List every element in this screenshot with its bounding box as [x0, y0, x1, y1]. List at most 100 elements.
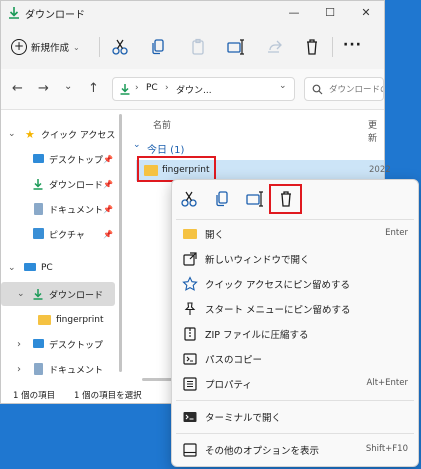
breadcrumb-pc[interactable]: PC — [146, 83, 158, 93]
menu-item-copy-path[interactable]: パスのコピー — [176, 347, 414, 371]
pin-icon — [184, 302, 196, 315]
menu-item-label: 開く — [205, 230, 225, 241]
file-date: 2022 — [369, 165, 391, 175]
chevron-down-icon[interactable]: ⌄ — [8, 129, 16, 139]
sidebar-item-label: クイック アクセス — [41, 130, 116, 141]
sidebar-item-documents[interactable]: ドキュメント 📌 — [1, 197, 121, 221]
scrollbar-thumb[interactable] — [119, 114, 122, 372]
copy-icon[interactable] — [147, 37, 169, 57]
selected-count: 1 個の項目を選択 — [74, 391, 142, 401]
chevron-down-icon[interactable]: ⌄ — [17, 289, 25, 299]
open-new-window-icon — [183, 252, 197, 266]
address-dropdown-button[interactable]: ⌄ — [279, 81, 287, 91]
pin-icon: 📌 — [103, 179, 113, 189]
column-header-name[interactable]: 名前 — [153, 118, 171, 131]
menu-item-show-more-options[interactable]: その他のオプションを表示 Shift+F10 — [176, 438, 414, 462]
breadcrumb-downloads[interactable]: ダウン... — [176, 83, 212, 96]
menu-item-properties[interactable]: プロパティ Alt+Enter — [176, 372, 414, 396]
search-icon — [312, 84, 323, 95]
context-quick-actions — [172, 180, 418, 218]
paste-icon[interactable] — [187, 37, 209, 57]
chevron-down-icon[interactable]: ⌄ — [8, 263, 16, 273]
command-bar: + 新規作成 ⌄ ··· — [1, 25, 384, 70]
search-placeholder: ダウンロードの — [329, 85, 384, 95]
properties-icon — [183, 377, 197, 391]
column-header-modified[interactable]: 更新 — [368, 118, 384, 144]
sidebar-item-label: ドキュメント — [49, 365, 104, 376]
more-options-button[interactable]: ··· — [343, 37, 362, 53]
sidebar-item-pc[interactable]: ⌄ PC — [1, 256, 121, 280]
sidebar-item-desktop-pc[interactable]: › デスクトップ — [1, 332, 121, 356]
rename-icon[interactable] — [245, 189, 265, 209]
chevron-right-icon[interactable]: › — [17, 339, 21, 350]
sidebar-item-quick-access[interactable]: ⌄ ★ クイック アクセス — [1, 122, 121, 146]
forward-button[interactable]: → — [38, 81, 49, 96]
address-box[interactable]: › PC › ダウン... ⌄ — [112, 77, 295, 101]
sidebar-item-label: fingerprint — [56, 315, 104, 325]
sidebar-item-fingerprint[interactable]: fingerprint — [1, 308, 121, 332]
menu-separator — [176, 433, 414, 434]
recent-locations-button[interactable]: ⌄ — [64, 81, 72, 92]
sidebar-item-downloads[interactable]: ダウンロード 📌 — [1, 172, 121, 196]
group-header-today[interactable]: 今日 (1) — [147, 141, 184, 156]
download-icon — [120, 84, 130, 95]
toolbar-divider — [332, 37, 333, 57]
share-icon[interactable] — [263, 37, 285, 57]
folder-icon — [182, 226, 198, 242]
context-menu: 開く Enter 新しいウィンドウで開く クイック アクセスにピン留めする スタ… — [171, 179, 419, 467]
search-box[interactable]: ダウンロードの — [304, 77, 384, 101]
pin-icon: 📌 — [103, 154, 113, 164]
menu-item-open[interactable]: 開く Enter — [176, 222, 414, 246]
delete-icon[interactable] — [301, 37, 323, 57]
zip-icon — [184, 327, 196, 341]
more-options-icon — [183, 443, 197, 457]
terminal-icon — [183, 412, 197, 422]
sidebar-item-downloads-selected[interactable]: ⌄ ダウンロード — [1, 282, 115, 306]
sidebar-item-documents-pc[interactable]: › ドキュメント — [1, 357, 121, 381]
menu-separator — [176, 219, 414, 220]
sidebar-item-desktop[interactable]: デスクトップ 📌 — [1, 147, 121, 171]
rename-icon[interactable] — [225, 37, 247, 57]
sidebar-item-label: PC — [41, 263, 53, 273]
address-bar-row: ← → ⌄ ↑ › PC › ダウン... ⌄ ダウンロードの — [1, 69, 384, 110]
copy-path-icon — [183, 353, 197, 365]
sidebar-item-label: ダウンロード — [49, 290, 104, 301]
copy-icon[interactable] — [212, 189, 232, 209]
pictures-icon — [33, 228, 44, 239]
maximize-button[interactable]: ☐ — [312, 1, 348, 25]
navigation-pane[interactable]: ⌄ ★ クイック アクセス デスクトップ 📌 ダウンロード 📌 ドキュメント 📌 — [1, 110, 126, 385]
menu-item-pin-quick-access[interactable]: クイック アクセスにピン留めする — [176, 272, 414, 296]
download-folder-icon — [9, 7, 19, 19]
breadcrumb-separator: › — [135, 83, 139, 93]
window-title: ダウンロード — [25, 10, 85, 21]
menu-item-open-new-window[interactable]: 新しいウィンドウで開く — [176, 247, 414, 271]
title-bar[interactable]: ダウンロード — ☐ ✕ — [1, 1, 384, 25]
sidebar-item-label: ピクチャ — [49, 230, 85, 241]
cut-icon[interactable] — [109, 37, 131, 57]
new-button[interactable]: + 新規作成 ⌄ — [11, 35, 80, 59]
chevron-right-icon[interactable]: › — [17, 364, 21, 375]
breadcrumb-separator: › — [165, 83, 169, 93]
document-icon — [34, 203, 43, 215]
close-button[interactable]: ✕ — [348, 1, 384, 25]
minimize-button[interactable]: — — [276, 1, 312, 25]
toolbar-divider — [99, 37, 100, 57]
sidebar-item-label: デスクトップ — [49, 340, 104, 351]
download-icon — [33, 289, 43, 300]
sidebar-item-pictures[interactable]: ピクチャ 📌 — [1, 222, 121, 246]
up-button[interactable]: ↑ — [88, 81, 99, 96]
chevron-down-icon[interactable]: ⌄ — [133, 140, 141, 150]
menu-item-compress-zip[interactable]: ZIP ファイルに圧縮する — [176, 322, 414, 346]
navigation-scrollbar[interactable] — [117, 110, 125, 378]
menu-item-pin-start[interactable]: スタート メニューにピン留めする — [176, 297, 414, 321]
cut-icon[interactable] — [179, 189, 199, 209]
back-button[interactable]: ← — [12, 81, 23, 96]
chevron-down-icon: ⌄ — [73, 42, 80, 52]
new-button-label: 新規作成 — [31, 43, 70, 54]
menu-item-label: ターミナルで開く — [205, 413, 282, 424]
plus-icon: + — [11, 39, 27, 55]
star-icon: ★ — [25, 127, 35, 141]
menu-item-open-terminal[interactable]: ターミナルで開く — [176, 405, 414, 429]
sidebar-item-label: ドキュメント — [49, 205, 104, 216]
desktop-icon — [33, 339, 44, 348]
